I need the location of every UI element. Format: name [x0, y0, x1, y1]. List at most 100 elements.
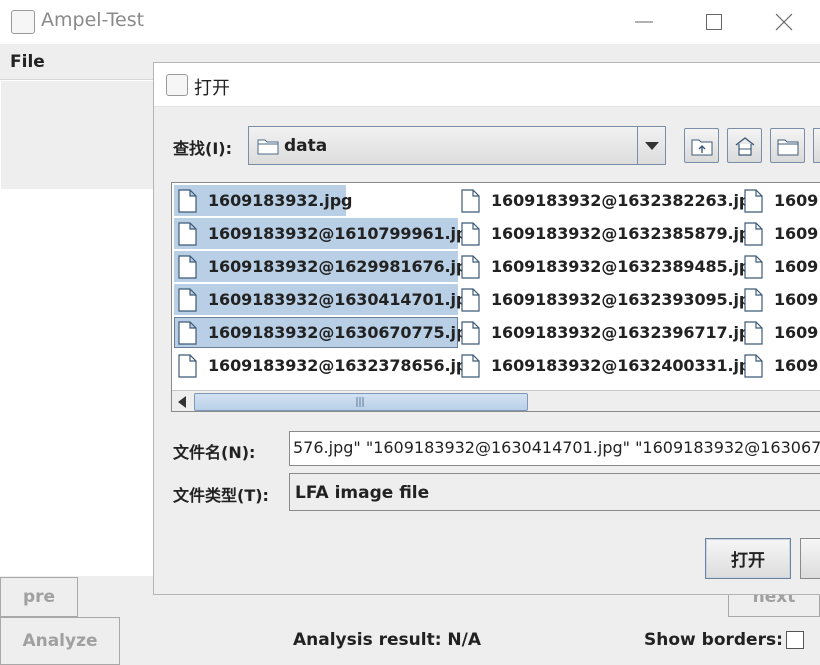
file-item[interactable]: 16091 — [740, 350, 820, 381]
file-icon — [744, 320, 763, 345]
file-name-value: 576.jpg" "1609183932@1630414701.jpg" "16… — [293, 438, 820, 457]
image-panel — [1, 190, 161, 575]
look-in-dropdown-button[interactable] — [637, 127, 666, 164]
analysis-result-label: Analysis result: N/A — [293, 630, 482, 650]
window-title: Ampel-Test — [41, 9, 145, 31]
file-item[interactable]: 1609183932@1610799961.jpg — [174, 218, 479, 249]
close-icon — [775, 13, 793, 31]
main-title-bar: Ampel-Test — [0, 0, 820, 44]
maximize-button[interactable] — [690, 0, 740, 44]
file-icon — [178, 320, 197, 345]
file-icon — [178, 188, 197, 213]
file-type-value: LFA image file — [295, 483, 430, 503]
pre-button[interactable]: pre — [0, 577, 78, 617]
file-item[interactable]: 1609183932@1632396717.jpg — [457, 317, 762, 348]
file-name: 1609183932@1632396717.jpg — [491, 323, 762, 342]
file-name: 16091 — [774, 257, 820, 276]
cancel-button[interactable] — [800, 538, 820, 579]
file-name-label: 文件名(N): — [173, 443, 256, 462]
minimize-icon — [635, 21, 653, 23]
file-list[interactable]: 1609183932.jpg 1609183932@1610799961.jpg 1… — [171, 182, 820, 412]
file-item[interactable]: 16091 — [740, 218, 820, 249]
file-item[interactable]: 1609183932@1629981676.jpg — [174, 251, 479, 282]
file-name: 1609183932@1632378656.jpg — [208, 356, 479, 375]
file-item[interactable]: 1609183932@1632400331.jpg — [457, 350, 762, 381]
image-panel-top — [1, 81, 161, 189]
file-item[interactable]: 16091 — [740, 251, 820, 282]
file-name: 1609183932@1630414701.jpg — [208, 290, 479, 309]
file-item[interactable]: 16091 — [740, 317, 820, 348]
up-one-level-button[interactable] — [684, 128, 719, 163]
file-item[interactable]: 1609183932@1630670775.jpg — [174, 317, 479, 348]
scrollbar-thumb[interactable] — [194, 393, 528, 411]
show-borders-label: Show borders: — [644, 630, 783, 650]
file-name: 1609183932@1610799961.jpg — [208, 224, 479, 243]
open-file-dialog: 打开 查找(I): data 1609183932.jpg 1609183932… — [153, 62, 820, 595]
look-in-value: data — [284, 136, 328, 156]
scroll-left-button[interactable] — [174, 394, 190, 410]
file-name: 1609183932@1632400331.jpg — [491, 356, 762, 375]
file-item[interactable]: 1609183932@1632385879.jpg — [457, 218, 762, 249]
new-folder-icon — [777, 139, 798, 155]
file-icon — [461, 221, 480, 246]
folder-icon — [257, 139, 279, 155]
file-item[interactable]: 1609183932@1632378656.jpg — [174, 350, 479, 381]
file-icon — [461, 188, 480, 213]
java-app-icon — [166, 74, 188, 96]
file-item[interactable]: 1609183932.jpg — [174, 185, 353, 216]
dialog-title-bar: 打开 — [154, 63, 820, 107]
file-type-label: 文件类型(T): — [173, 486, 269, 505]
file-icon — [461, 254, 480, 279]
file-name: 1609183932.jpg — [208, 191, 353, 210]
maximize-icon — [706, 14, 722, 30]
file-item[interactable]: 16091 — [740, 284, 820, 315]
file-item[interactable]: 1609183932@1632393095.jpg — [457, 284, 762, 315]
file-name: 1609183932@1632389485.jpg — [491, 257, 762, 276]
home-button[interactable] — [727, 128, 762, 163]
file-item[interactable]: 16091 — [740, 185, 820, 216]
analyze-button[interactable]: Analyze — [0, 617, 120, 665]
file-icon — [744, 221, 763, 246]
file-icon — [178, 353, 197, 378]
file-name: 16091 — [774, 356, 820, 375]
list-view-button[interactable] — [813, 128, 820, 163]
open-button[interactable]: 打开 — [705, 538, 791, 579]
chevron-down-icon — [645, 141, 659, 150]
dialog-title: 打开 — [194, 78, 230, 99]
java-app-icon — [11, 10, 35, 34]
file-item[interactable]: 1609183932@1632389485.jpg — [457, 251, 762, 282]
file-icon — [744, 353, 763, 378]
file-name: 1609183932@1629981676.jpg — [208, 257, 479, 276]
file-item[interactable]: 1609183932@1630414701.jpg — [174, 284, 479, 315]
file-name: 16091 — [774, 323, 820, 342]
file-icon — [178, 221, 197, 246]
look-in-combo[interactable]: data — [248, 126, 666, 165]
grip-icon — [356, 397, 364, 407]
file-icon — [178, 287, 197, 312]
show-borders-checkbox[interactable] — [786, 631, 804, 649]
file-icon — [178, 254, 197, 279]
file-type-combo[interactable]: LFA image file — [289, 473, 820, 511]
file-icon — [744, 254, 763, 279]
minimize-button[interactable] — [620, 0, 670, 44]
file-icon — [461, 353, 480, 378]
file-icon — [744, 188, 763, 213]
file-name: 1609183932@1632382263.jpg — [491, 191, 762, 210]
file-icon — [461, 320, 480, 345]
close-window-button[interactable] — [760, 0, 810, 44]
horizontal-scrollbar[interactable] — [172, 390, 820, 411]
file-icon — [461, 287, 480, 312]
up-folder-icon — [691, 139, 712, 155]
file-name-input[interactable]: 576.jpg" "1609183932@1630414701.jpg" "16… — [289, 431, 820, 466]
file-name: 1609183932@1632393095.jpg — [491, 290, 762, 309]
file-name: 1609183932@1630670775.jpg — [208, 323, 479, 342]
file-item[interactable]: 1609183932@1632382263.jpg — [457, 185, 762, 216]
new-folder-button[interactable] — [770, 128, 805, 163]
menu-file[interactable]: File — [10, 52, 45, 72]
file-name: 16091 — [774, 224, 820, 243]
file-name: 16091 — [774, 290, 820, 309]
chevron-left-icon — [178, 396, 186, 408]
file-name: 16091 — [774, 191, 820, 210]
file-name: 1609183932@1632385879.jpg — [491, 224, 762, 243]
file-icon — [744, 287, 763, 312]
